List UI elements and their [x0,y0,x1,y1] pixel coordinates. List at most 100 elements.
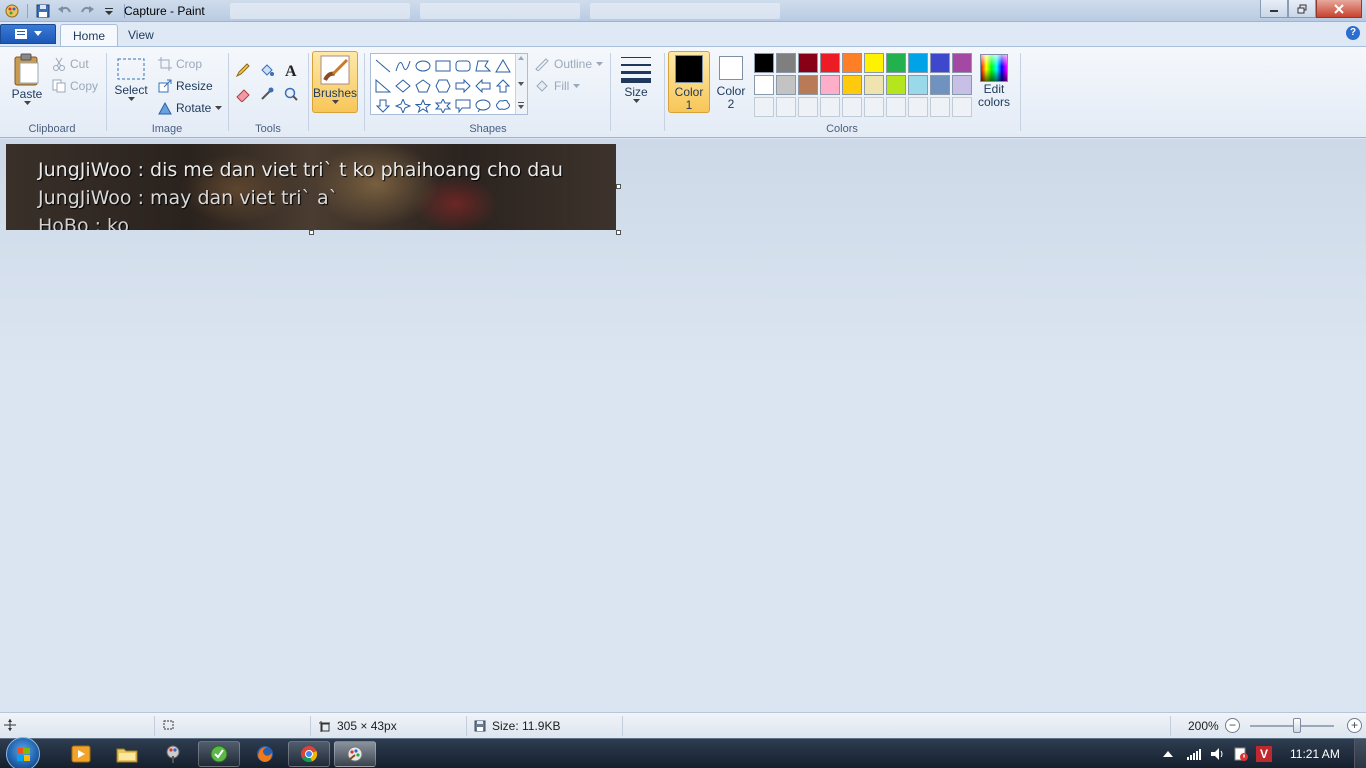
start-button[interactable] [6,737,40,768]
tab-view[interactable]: View [116,24,166,46]
taskbar: V 11:21 AM [0,737,1366,768]
resize-handle-corner[interactable] [616,230,621,235]
shapes-group: Shapes [366,49,610,137]
svg-text:A: A [285,63,297,78]
show-desktop-button[interactable] [1354,739,1366,768]
eraser-icon[interactable] [232,83,254,105]
select-button[interactable]: Select [114,57,148,102]
color-picker-icon[interactable] [256,83,278,105]
pencil-icon[interactable] [232,59,254,81]
network-icon[interactable] [1186,747,1202,761]
paint-icon[interactable] [334,741,376,767]
resize-handle-bottom[interactable] [309,230,314,235]
brushes-label: Brushes [312,86,358,100]
text-icon[interactable]: A [280,59,302,81]
title-bar: Capture - Paint [0,0,1366,22]
zoom-out-button[interactable]: − [1225,718,1240,733]
select-label: Select [114,83,148,97]
rotate-button[interactable]: Rotate [158,99,223,117]
chat-line-3: HoBo : ko [38,215,130,230]
menu-icon [15,29,27,39]
status-bar: 305 × 43px Size: 11.9KB 200% − + [0,712,1366,738]
chevron-down-icon [632,99,640,103]
tools-group: A Tools [230,49,306,137]
canvas-area[interactable]: JungJiWoo : dis me dan viet tri` t ko ph… [0,139,1366,712]
copy-button[interactable]: Copy [52,77,98,95]
crop-icon [158,57,172,71]
resize-handle-right[interactable] [616,184,621,189]
explorer-icon[interactable] [106,741,148,767]
tools-group-label: Tools [255,123,281,135]
crop-label: Crop [176,57,203,71]
line-size-icon [621,57,651,83]
selection-size-icon [163,720,174,730]
resize-icon [158,79,172,93]
crop-button[interactable]: Crop [158,55,202,73]
copy-icon [52,79,66,93]
security-alert-icon[interactable] [1233,746,1249,762]
chevron-down-icon [215,105,223,110]
undo-icon[interactable] [55,2,75,20]
fill-icon[interactable] [256,59,278,81]
close-button[interactable] [1316,0,1362,18]
resize-label: Resize [176,79,213,93]
paste-button[interactable]: Paste [8,53,46,106]
copy-label: Copy [70,79,99,93]
size-button[interactable]: Size [614,51,658,113]
chat-line-2: JungJiWoo : may dan viet tri` a` [38,187,339,209]
disk-icon [474,720,486,732]
rotate-label: Rotate [176,101,212,115]
minimize-button[interactable] [1260,0,1288,18]
rotate-icon [158,101,172,115]
chevron-down-icon [331,100,339,104]
size-label: Size [624,85,648,99]
selection-size [162,719,175,731]
tray-expand-icon[interactable] [1163,750,1173,758]
paste-label: Paste [11,87,43,101]
redo-icon[interactable] [77,2,97,20]
brushes-button[interactable]: Brushes [312,51,358,113]
magnifier-icon[interactable] [280,83,302,105]
colors-group-label: Colors [826,123,858,135]
brush-icon [320,55,350,85]
zoom-level: 200% [1188,719,1219,733]
green-app-icon[interactable] [198,741,240,767]
chevron-down-icon [23,101,31,105]
file-size-text: Size: 11.9KB [492,719,561,733]
tab-home[interactable]: Home [60,24,119,46]
paint-menu-button[interactable] [0,24,56,44]
media-player-icon[interactable] [60,741,102,767]
save-icon[interactable] [33,2,53,20]
file-size: Size: 11.9KB [474,719,560,733]
zoom-in-button[interactable]: + [1347,718,1362,733]
select-icon [117,58,145,80]
cursor-position [4,719,16,731]
paint-app-icon[interactable] [2,2,22,20]
cut-button[interactable]: Cut [52,55,89,73]
image-group: Select Crop Resize Rotate Image [108,49,226,137]
taskbar-clock[interactable]: 11:21 AM [1290,747,1340,761]
restore-button[interactable] [1288,0,1316,18]
shapes-group-label: Shapes [469,123,507,135]
colors-group: Colors [666,49,1018,137]
chevron-down-icon [127,97,135,101]
window-controls [1260,0,1362,18]
clipboard-group: Paste Cut Copy Clipboard [0,49,104,137]
volume-icon[interactable] [1210,747,1226,761]
window-title: Capture - Paint [124,4,205,18]
resize-button[interactable]: Resize [158,77,213,95]
cursor-position-icon [4,719,16,731]
zoom-slider-track[interactable] [1250,725,1334,727]
zoom-slider-thumb[interactable] [1293,718,1301,733]
vietnamese-input-icon[interactable]: V [1256,746,1272,762]
canvas-image[interactable]: JungJiWoo : dis me dan viet tri` t ko ph… [6,144,616,230]
paint-pinned-icon[interactable] [152,741,194,767]
chrome-icon[interactable] [288,741,330,767]
help-icon[interactable]: ? [1346,26,1360,40]
firefox-icon[interactable] [244,741,286,767]
customize-qat-icon[interactable] [99,2,119,20]
windows-logo-icon [17,748,30,761]
image-size-icon [319,721,330,732]
image-dimensions-text: 305 × 43px [337,719,397,733]
scissors-icon [53,57,65,71]
